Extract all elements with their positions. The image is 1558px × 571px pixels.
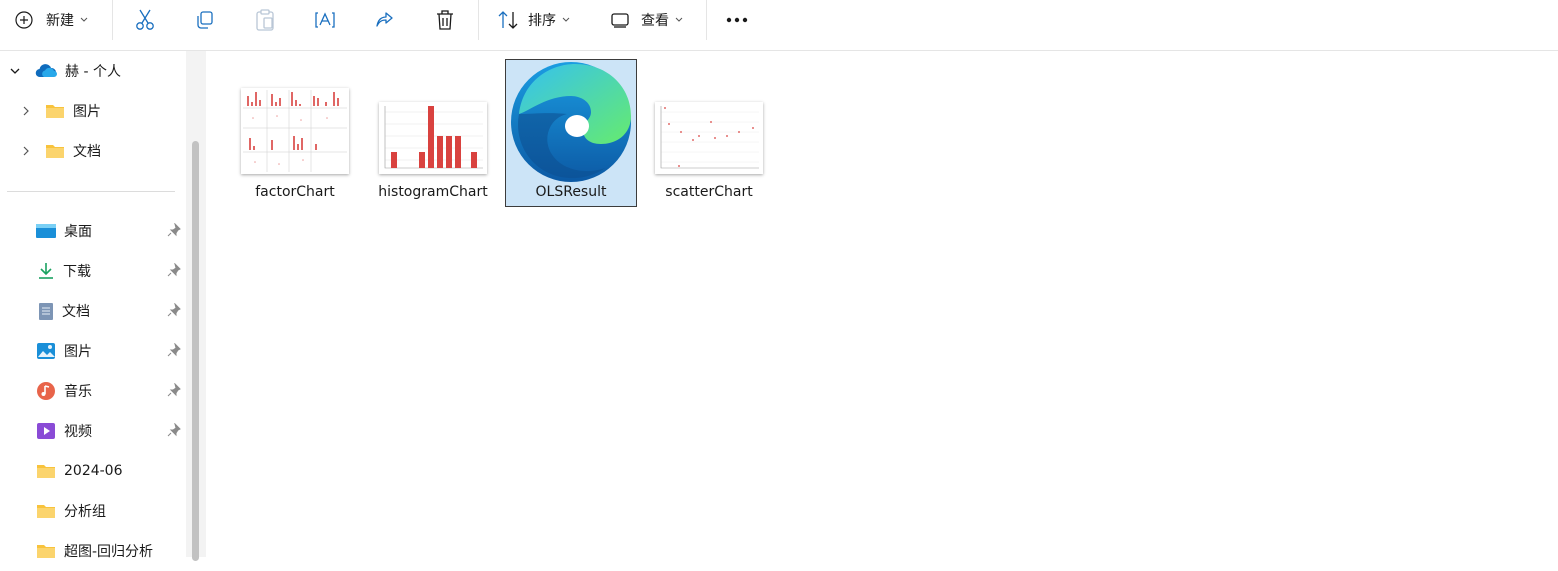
new-button[interactable]: 新建	[14, 0, 88, 40]
music-icon	[37, 382, 55, 400]
chevron-down-icon	[10, 68, 20, 74]
pin-icon[interactable]	[167, 223, 181, 237]
new-button-label: 新建	[46, 13, 74, 29]
document-icon	[39, 302, 53, 320]
file-item-histogramchart[interactable]: histogramChart	[367, 59, 499, 207]
ellipsis-icon	[726, 17, 748, 23]
file-name: factorChart	[255, 184, 335, 200]
sidebar-item-analysis-group[interactable]: 分析组	[0, 491, 186, 531]
sidebar-item-documents[interactable]: 文档	[0, 291, 186, 331]
share-button[interactable]	[375, 0, 395, 40]
sidebar-item-music[interactable]: 音乐	[0, 371, 186, 411]
sidebar-item-onedrive-personal[interactable]: 赫 - 个人	[0, 51, 186, 91]
sidebar-item-folder-2024-06[interactable]: 2024-06	[0, 451, 186, 491]
copy-icon	[197, 11, 213, 29]
sidebar-item-label: 超图-回归分析	[64, 544, 154, 560]
toolbar-separator	[706, 0, 707, 40]
file-item-scatterchart[interactable]: scatterChart	[643, 59, 775, 207]
copy-button[interactable]	[195, 0, 215, 40]
delete-button[interactable]	[435, 0, 455, 40]
file-item-olsresult[interactable]: OLSResult	[505, 59, 637, 207]
factor-chart-thumbnail-icon	[243, 90, 347, 172]
chevron-right-icon	[23, 146, 29, 156]
sidebar-item-label: 分析组	[64, 504, 106, 520]
scissors-icon	[136, 9, 154, 30]
plus-circle-icon	[15, 11, 33, 29]
chevron-down-icon	[562, 17, 570, 22]
folder-icon	[46, 145, 64, 158]
share-icon	[376, 12, 393, 27]
sort-icon	[498, 11, 518, 29]
folder-icon	[37, 465, 55, 478]
rename-button[interactable]	[314, 0, 336, 40]
view-button-label: 查看	[641, 13, 669, 29]
sidebar-item-regression-analysis[interactable]: 超图-回归分析	[0, 531, 186, 571]
sidebar-item-label: 文档	[62, 304, 90, 320]
trash-icon	[437, 10, 453, 30]
sidebar-item-downloads[interactable]: 下载	[0, 251, 186, 291]
sidebar-item-label: 赫 - 个人	[65, 64, 121, 80]
folder-icon	[46, 105, 64, 118]
file-view: factorChart histogramChart OLSResult sca…	[206, 51, 1558, 557]
sidebar-item-label: 下载	[63, 264, 91, 280]
sidebar-item-label: 图片	[73, 104, 101, 120]
sidebar-item-label: 音乐	[64, 384, 92, 400]
toolbar-separator	[478, 0, 479, 40]
sidebar-item-label: 2024-06	[64, 463, 123, 479]
pictures-icon	[37, 343, 55, 359]
pin-icon[interactable]	[167, 303, 181, 317]
sidebar-item-label: 桌面	[64, 224, 92, 240]
file-thumbnail	[241, 88, 349, 174]
sidebar-item-pictures-cloud[interactable]: 图片	[0, 91, 186, 131]
file-thumbnail	[379, 102, 487, 174]
file-name: scatterChart	[665, 184, 753, 200]
sidebar-item-documents-cloud[interactable]: 文档	[0, 131, 186, 171]
download-icon	[39, 263, 53, 279]
pin-icon[interactable]	[167, 383, 181, 397]
view-button[interactable]: 查看	[611, 0, 683, 40]
sidebar-item-pictures[interactable]: 图片	[0, 331, 186, 371]
clipboard-icon	[256, 9, 274, 31]
command-bar: 新建 排序 查看	[0, 0, 1558, 51]
file-name: OLSResult	[535, 184, 607, 200]
folder-icon	[37, 505, 55, 518]
cloud-icon	[35, 64, 57, 78]
sidebar-divider	[7, 191, 175, 192]
toolbar-separator	[112, 0, 113, 40]
cut-button[interactable]	[135, 0, 155, 40]
navigation-pane: 赫 - 个人 图片 文档 桌面 下载 文档 图片 音乐 视频 2024-06 分…	[0, 51, 206, 561]
scatter-chart-thumbnail-icon	[660, 106, 759, 169]
sidebar-item-label: 文档	[73, 144, 101, 160]
file-item-factorchart[interactable]: factorChart	[229, 59, 361, 207]
chevron-right-icon	[23, 106, 29, 116]
file-name: histogramChart	[378, 184, 488, 200]
sidebar-item-videos[interactable]: 视频	[0, 411, 186, 451]
view-icon	[611, 13, 629, 28]
sidebar-item-desktop[interactable]: 桌面	[0, 211, 186, 251]
rename-icon	[315, 12, 335, 28]
histogram-chart-thumbnail-icon	[384, 106, 483, 169]
sidebar-scrollbar-thumb[interactable]	[192, 141, 199, 561]
sidebar-item-label: 视频	[64, 424, 92, 440]
paste-button[interactable]	[255, 0, 275, 40]
file-thumbnail	[655, 102, 763, 174]
chevron-down-icon	[675, 17, 683, 22]
edge-browser-icon	[511, 62, 631, 182]
pin-icon[interactable]	[167, 423, 181, 437]
pin-icon[interactable]	[167, 263, 181, 277]
sort-button[interactable]: 排序	[497, 0, 570, 40]
more-options-button[interactable]	[726, 0, 748, 40]
desktop-icon	[36, 224, 56, 238]
sort-button-label: 排序	[528, 13, 556, 29]
chevron-down-icon	[80, 17, 88, 22]
sidebar-item-label: 图片	[64, 344, 92, 360]
video-icon	[37, 423, 55, 439]
pin-icon[interactable]	[167, 343, 181, 357]
